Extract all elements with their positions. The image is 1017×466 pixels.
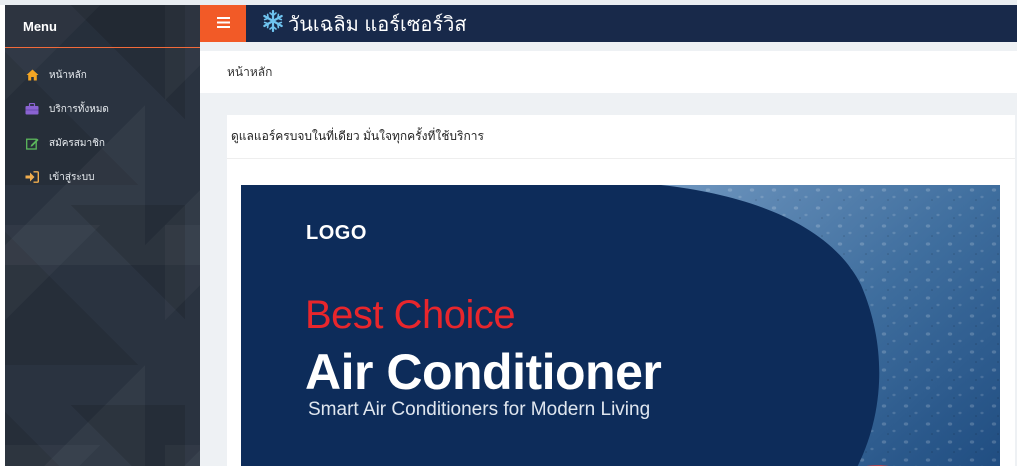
sidebar-item-home[interactable]: หน้าหลัก bbox=[5, 58, 200, 92]
hamburger-icon bbox=[216, 15, 230, 33]
sidebar-item-label: หน้าหลัก bbox=[49, 69, 87, 81]
snowflake-icon bbox=[262, 9, 284, 37]
sign-in-icon bbox=[25, 170, 39, 184]
banner-headline-accent: Best Choice bbox=[305, 293, 516, 337]
page-title: หน้าหลัก bbox=[200, 51, 1017, 93]
home-icon bbox=[25, 68, 39, 82]
sidebar-item-services[interactable]: บริการทั้งหมด bbox=[5, 92, 200, 126]
sidebar-item-label: บริการทั้งหมด bbox=[49, 103, 109, 115]
sidebar-item-label: สมัครสมาชิก bbox=[49, 137, 105, 149]
sidebar-item-login[interactable]: เข้าสู่ระบบ bbox=[5, 160, 200, 194]
card-title: ดูแลแอร์ครบจบในที่เดียว มั่นใจทุกครั้งที… bbox=[227, 115, 1015, 159]
banner-subheadline: Smart Air Conditioners for Modern Living bbox=[308, 399, 651, 420]
content-card: ดูแลแอร์ครบจบในที่เดียว มั่นใจทุกครั้งที… bbox=[227, 115, 1015, 466]
briefcase-icon bbox=[25, 102, 39, 116]
sidebar-title: Menu bbox=[5, 5, 200, 48]
main-content: หน้าหลัก ดูแลแอร์ครบจบในที่เดียว มั่นใจท… bbox=[200, 42, 1017, 466]
promo-banner: LOGO Best Choice Air Conditioner Smart A… bbox=[241, 185, 1000, 466]
sidebar: Menu หน้าหลัก บริการทั้งหมด สมัครสมาชิก … bbox=[5, 5, 200, 466]
banner-headline: Air Conditioner bbox=[305, 344, 662, 400]
top-navbar: วันเฉลิม แอร์เซอร์วิส bbox=[200, 5, 1017, 42]
brand[interactable]: วันเฉลิม แอร์เซอร์วิส bbox=[262, 5, 467, 42]
banner-logo: LOGO bbox=[306, 222, 367, 244]
menu-toggle-button[interactable] bbox=[200, 5, 246, 42]
sidebar-menu: หน้าหลัก บริการทั้งหมด สมัครสมาชิก เข้าส… bbox=[5, 48, 200, 194]
sidebar-item-register[interactable]: สมัครสมาชิก bbox=[5, 126, 200, 160]
sidebar-item-label: เข้าสู่ระบบ bbox=[49, 171, 95, 183]
brand-name: วันเฉลิม แอร์เซอร์วิส bbox=[288, 13, 467, 36]
edit-icon bbox=[25, 136, 39, 150]
